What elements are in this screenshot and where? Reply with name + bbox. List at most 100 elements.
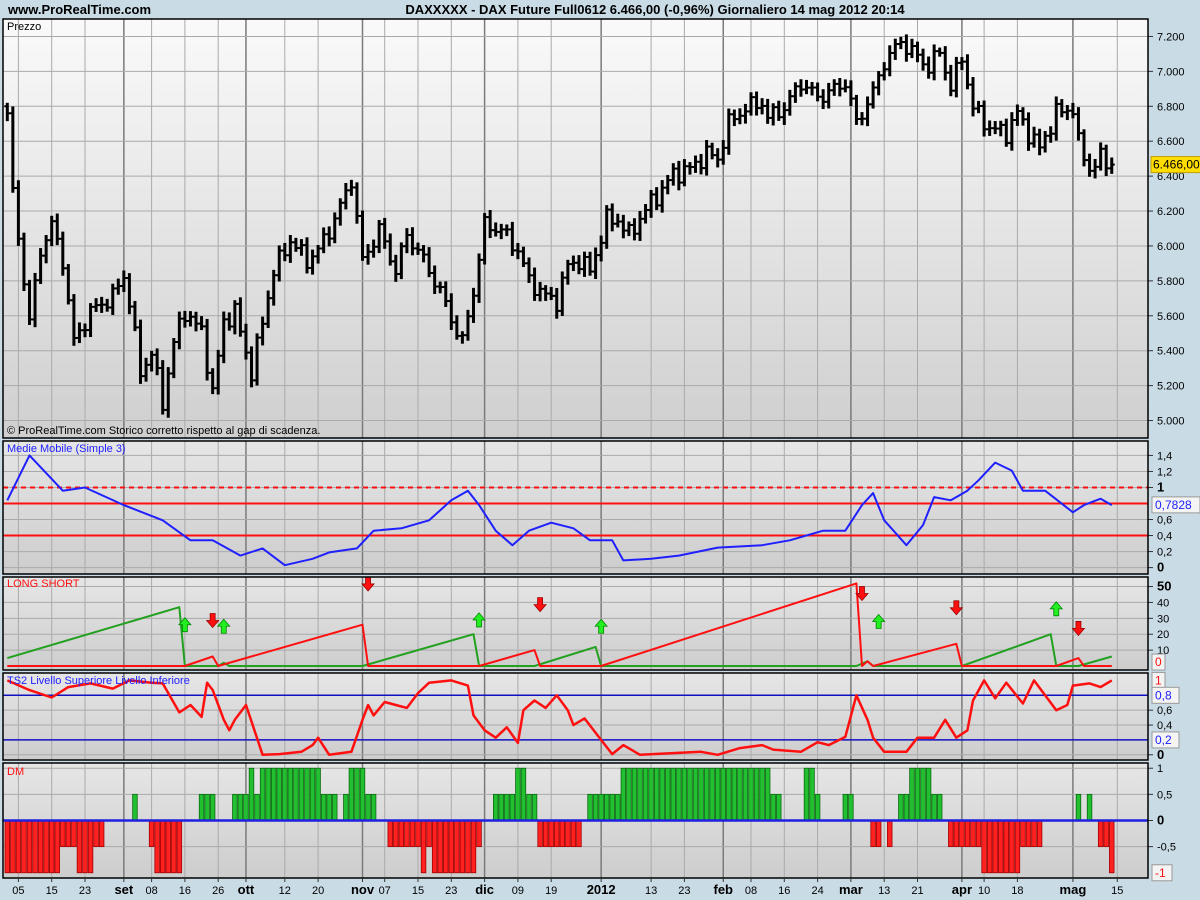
dm-tick-label: 0,5 [1157, 789, 1172, 801]
dm-bar-positive [604, 793, 610, 821]
dm-bar-positive [642, 767, 649, 821]
x-tick-label: 07 [379, 885, 391, 897]
dm-bar-positive [587, 793, 593, 821]
x-tick-label: 24 [811, 885, 823, 897]
dm-bar-negative [43, 820, 49, 874]
dm-bar-negative [1031, 820, 1037, 848]
dm-bar-positive [670, 767, 676, 821]
dm-bar-positive [748, 767, 754, 821]
dm-tick-label: 1 [1157, 763, 1163, 775]
dm-bar-positive [359, 767, 366, 821]
dm-bar-negative [15, 820, 22, 874]
dm-bar-positive [726, 767, 732, 821]
dm-bar-positive [298, 767, 305, 821]
dm-bar-negative [393, 820, 399, 848]
price-tick-label: 6.600 [1157, 136, 1185, 148]
price-tick-label: 6.200 [1157, 206, 1185, 218]
dm-bar-positive [620, 767, 627, 821]
dm-bar-positive [937, 793, 943, 821]
ts2-tick-label: 0,4 [1157, 720, 1172, 732]
dm-bar-negative [1097, 820, 1104, 848]
dm-bar-positive [520, 767, 527, 821]
price-tick-label: 7.200 [1157, 31, 1185, 43]
dm-bar-negative [1014, 820, 1021, 874]
dm-bar-negative [548, 820, 554, 848]
dm-bar-negative [65, 820, 72, 848]
dm-bar-negative [10, 820, 16, 874]
x-tick-label: 10 [978, 885, 990, 897]
dm-bar-negative [148, 820, 155, 848]
ma-panel-title: Medie Mobile (Simple 3) [7, 443, 126, 455]
dm-bar-negative [171, 820, 177, 874]
dm-bar-positive [776, 793, 782, 821]
dm-bar-positive [365, 793, 371, 821]
dm-bar-positive [914, 767, 921, 821]
dm-bar-positive [753, 767, 760, 821]
dm-bar-negative [409, 820, 416, 848]
dm-bar-negative [875, 820, 882, 848]
x-tick-label: 13 [878, 885, 890, 897]
longshort-panel-bg [3, 577, 1148, 670]
dm-bar-positive [692, 767, 699, 821]
x-tick-label: 15 [412, 885, 424, 897]
dm-bar-positive [703, 767, 710, 821]
dm-bar-positive [309, 767, 316, 821]
x-tick-label: ott [238, 882, 255, 897]
dm-bar-positive [254, 793, 260, 821]
ts2-last-value: 1 [1155, 673, 1162, 687]
dm-bar-positive [665, 767, 671, 821]
dm-bar-positive [731, 767, 738, 821]
x-tick-label: 19 [545, 885, 557, 897]
dm-bar-positive [198, 793, 205, 821]
x-tick-label: 23 [445, 885, 457, 897]
ts2-tick-label: 0 [1157, 747, 1164, 762]
dm-bar-negative [964, 820, 971, 848]
dm-bar-positive [898, 793, 904, 821]
dm-bar-negative [165, 820, 171, 874]
dm-bar-negative [37, 820, 44, 874]
dm-bar-positive [315, 767, 321, 821]
dm-bar-negative [71, 820, 77, 848]
ts2-tick-label: 0,6 [1157, 705, 1172, 717]
price-panel-note: © ProRealTime.com Storico corretto rispe… [7, 425, 321, 437]
dm-bar-positive [609, 793, 615, 821]
x-tick-label: 21 [911, 885, 923, 897]
dm-bar-positive [737, 767, 743, 821]
dm-last-value: -1 [1155, 866, 1166, 880]
x-tick-label: mar [839, 882, 863, 897]
dm-bar-negative [476, 820, 482, 848]
longshort-last-value: 0 [1155, 655, 1162, 669]
dm-bar-positive [698, 767, 704, 821]
dm-panel-title: DM [7, 766, 25, 778]
price-tick-label: 5.600 [1157, 311, 1185, 323]
last-price-label: 6.466,00 [1153, 158, 1200, 172]
dm-bar-negative [87, 820, 94, 874]
dm-bar-positive [648, 767, 654, 821]
longshort-tick-label: 20 [1157, 629, 1169, 641]
stock-chart[interactable]: 5.0005.2005.4005.6005.8006.0006.2006.400… [0, 0, 1200, 900]
x-tick-label: 26 [212, 885, 224, 897]
dm-bar-positive [265, 767, 271, 821]
dm-bar-positive [848, 793, 854, 821]
dm-bar-positive [626, 767, 632, 821]
dm-bar-negative [576, 820, 582, 848]
dm-bar-positive [809, 767, 815, 821]
ma-tick-label: 0 [1157, 560, 1164, 575]
dm-bar-positive [637, 767, 643, 821]
ts2-panel-title: TS2 Livello Superiore Livello Inferiore [7, 675, 190, 687]
dm-bar-negative [870, 820, 876, 848]
ma-last-value: 0,7828 [1155, 498, 1192, 512]
dm-bar-positive [492, 793, 499, 821]
dm-bar-positive [909, 767, 915, 821]
dm-bar-positive [304, 767, 310, 821]
dm-tick-label: -0,5 [1157, 842, 1176, 854]
x-tick-label: 08 [145, 885, 157, 897]
dm-bar-negative [49, 820, 55, 874]
dm-bar-positive [243, 793, 249, 821]
dm-bar-positive [759, 767, 765, 821]
dm-bar-negative [887, 820, 893, 848]
dm-bar-negative [154, 820, 160, 874]
dm-bar-positive [370, 793, 377, 821]
dm-bar-positive [348, 767, 355, 821]
dm-bar-negative [981, 820, 987, 874]
